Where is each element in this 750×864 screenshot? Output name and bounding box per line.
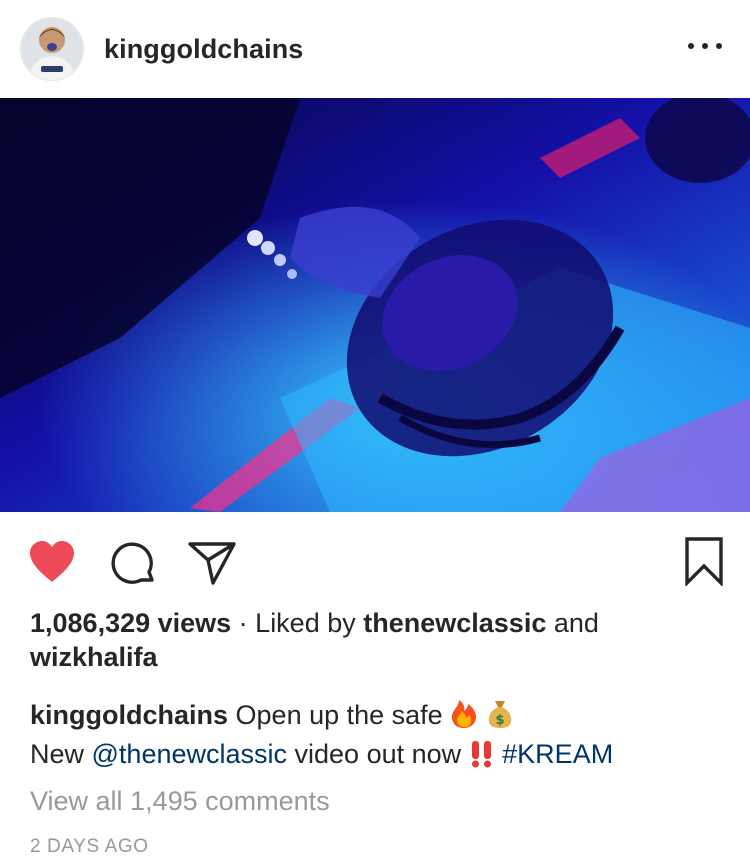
- avatar[interactable]: [21, 18, 83, 80]
- heart-icon[interactable]: [27, 540, 77, 584]
- fire-emoji: [450, 699, 478, 737]
- svg-text:$: $: [495, 713, 504, 728]
- post-username[interactable]: kinggoldchains: [104, 34, 303, 65]
- post-actions: [0, 512, 750, 608]
- caption-username[interactable]: kinggoldchains: [30, 700, 228, 730]
- post-video[interactable]: [0, 98, 750, 512]
- double-exclamation-emoji: [469, 740, 495, 776]
- bookmark-icon[interactable]: [684, 536, 724, 588]
- paper-plane-icon[interactable]: [187, 540, 237, 586]
- caption-line2-prefix: New: [30, 739, 92, 769]
- separator-dot: ·: [231, 608, 256, 638]
- post-caption: kinggoldchains Open up the safe $ New @th…: [30, 698, 720, 776]
- engagement-summary: 1,086,329 views · Liked by thenewclassic…: [30, 606, 720, 674]
- more-options-icon[interactable]: [688, 34, 722, 58]
- post-details: 1,086,329 views · Liked by thenewclassic…: [30, 606, 720, 864]
- caption-text-2: video out now: [287, 739, 469, 769]
- liked-by-label: Liked by: [255, 608, 364, 638]
- post-header: kinggoldchains: [0, 0, 750, 98]
- and-label: and: [546, 608, 599, 638]
- money-bag-emoji: $: [486, 699, 514, 737]
- comment-icon[interactable]: [108, 540, 156, 586]
- caption-text-1: Open up the safe: [228, 700, 451, 730]
- liked-by-user-wizkhalifa[interactable]: wizkhalifa: [30, 642, 158, 672]
- view-count[interactable]: 1,086,329 views: [30, 608, 231, 638]
- caption-mention-thenewclassic[interactable]: @thenewclassic: [92, 739, 288, 769]
- caption-hashtag-kream[interactable]: #KREAM: [502, 739, 613, 769]
- view-all-comments-link[interactable]: View all 1,495 comments: [30, 784, 720, 818]
- post-timestamp: 2 DAYS AGO: [30, 836, 149, 857]
- liked-by-user-thenewclassic[interactable]: thenewclassic: [363, 608, 546, 638]
